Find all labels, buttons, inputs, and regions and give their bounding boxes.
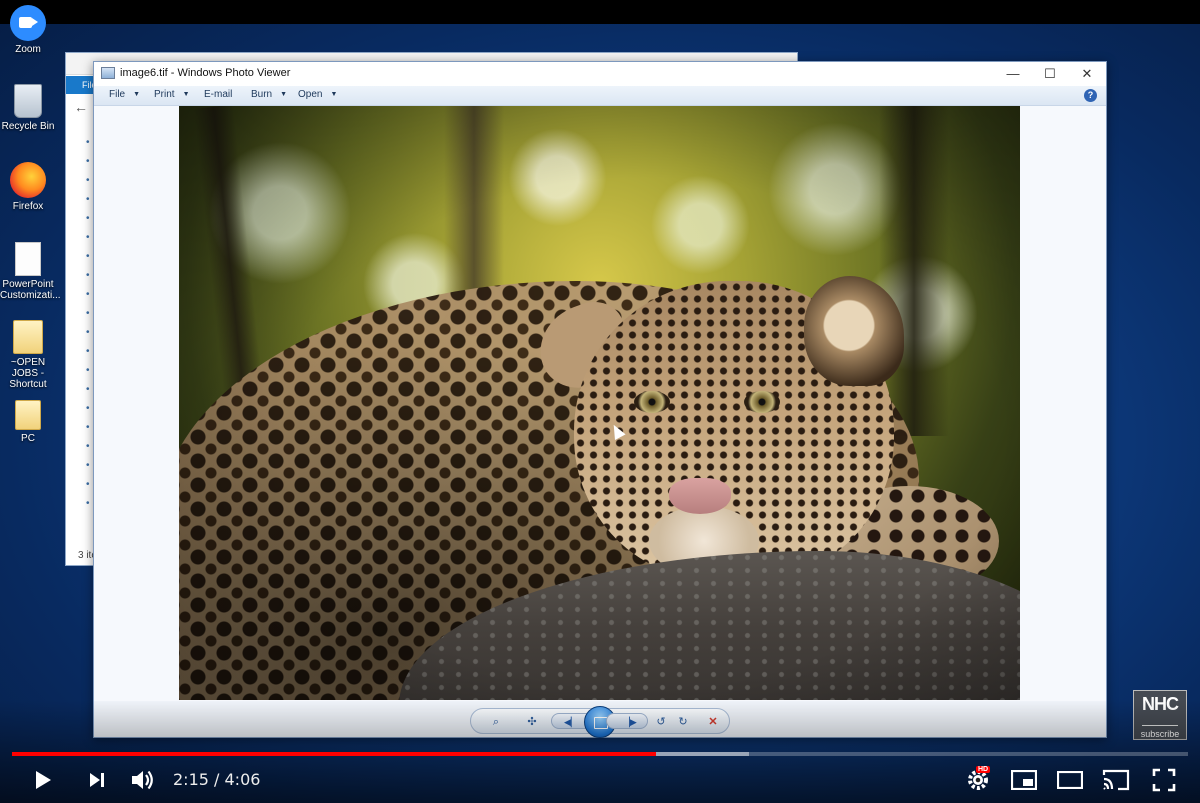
photo-viewer-window[interactable]: image6.tif - Windows Photo Viewer — ☐ ✕ … (93, 61, 1107, 738)
desktop-icon-powerpoint[interactable]: PowerPoint Customizati... (0, 242, 61, 301)
volume-button[interactable] (126, 764, 160, 796)
menu-burn[interactable]: Burn ▼ (251, 89, 287, 100)
desktop-icon-label: Recycle Bin (1, 121, 55, 132)
menu-email[interactable]: E-mail (204, 89, 232, 100)
zoom-icon (10, 5, 46, 41)
explorer-file-tab[interactable]: File (66, 76, 97, 94)
miniplayer-icon (1011, 770, 1037, 790)
desktop-icon-zoom[interactable]: Zoom (0, 5, 56, 55)
cast-button[interactable] (1100, 764, 1132, 796)
viewer-title-bar[interactable]: image6.tif - Windows Photo Viewer — ☐ ✕ (94, 62, 1106, 86)
dropdown-arrow-icon: ▼ (182, 91, 190, 98)
pc-icon (15, 400, 41, 430)
dropdown-arrow-icon: ▼ (280, 91, 288, 98)
play-icon (36, 771, 51, 789)
minimize-button[interactable]: — (994, 64, 1032, 84)
video-frame[interactable]: Zoom Recycle Bin Firefox PowerPoint Cust… (0, 0, 1200, 803)
volume-icon (132, 770, 153, 790)
fullscreen-button[interactable] (1148, 764, 1180, 796)
leopard-photo (179, 106, 1020, 700)
menu-file[interactable]: File ▼ (109, 89, 140, 100)
document-icon (15, 242, 41, 276)
desktop-icon-label: PowerPoint Customizati... (0, 279, 61, 301)
settings-button[interactable]: HD (962, 764, 994, 796)
photo-viewer-app-icon (101, 67, 115, 79)
desktop-icon-recycle-bin[interactable]: Recycle Bin (0, 84, 56, 132)
image-canvas[interactable] (94, 106, 1106, 701)
window-title: image6.tif - Windows Photo Viewer (120, 67, 291, 79)
close-button[interactable]: ✕ (1068, 64, 1106, 84)
desktop-icon-label: PC (21, 433, 35, 444)
progress-bar[interactable] (12, 752, 1188, 756)
desktop-icon-open-jobs[interactable]: ~OPEN JOBS - Shortcut (0, 320, 56, 390)
hd-badge: HD (976, 766, 991, 773)
back-arrow-icon[interactable]: ← (74, 99, 88, 115)
viewer-menu-bar: File ▼ Print ▼ E-mail Burn ▼ Open ▼ ? (94, 86, 1106, 106)
recycle-bin-icon (14, 84, 42, 118)
video-top-letterbox (0, 0, 1200, 24)
skip-next-icon (90, 773, 104, 787)
fullscreen-icon (1152, 768, 1176, 792)
menu-open[interactable]: Open ▼ (298, 89, 337, 100)
theater-mode-button[interactable] (1054, 764, 1086, 796)
maximize-button[interactable]: ☐ (1031, 64, 1069, 84)
desktop-icon-label: ~OPEN JOBS - Shortcut (9, 357, 47, 390)
desktop-icon-label: Firefox (12, 201, 44, 212)
firefox-icon (10, 162, 46, 198)
dropdown-arrow-icon: ▼ (330, 91, 338, 98)
help-icon[interactable]: ? (1084, 89, 1097, 102)
theater-mode-icon (1057, 771, 1083, 789)
dropdown-arrow-icon: ▼ (133, 91, 141, 98)
cast-icon (1102, 769, 1130, 791)
desktop-icon-pc[interactable]: PC (0, 400, 56, 444)
miniplayer-button[interactable] (1008, 764, 1040, 796)
progress-played (12, 752, 656, 756)
desktop-icon-firefox[interactable]: Firefox (0, 162, 56, 212)
explorer-nav-pane: • • • • • • • • • • • • • • • • • • • • (86, 137, 90, 509)
time-display: 2:15 / 4:06 (173, 770, 261, 789)
folder-shortcut-icon (13, 320, 43, 354)
desktop-icon-label: Zoom (15, 44, 41, 55)
next-video-button[interactable] (82, 764, 112, 796)
play-button[interactable] (28, 764, 58, 796)
menu-print[interactable]: Print ▼ (154, 89, 190, 100)
